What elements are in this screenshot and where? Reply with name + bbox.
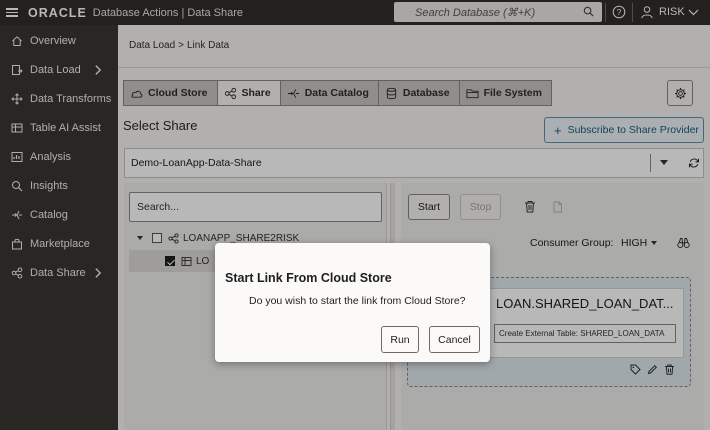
dialog-title: Start Link From Cloud Store [225, 271, 392, 285]
dialog-message: Do you wish to start the link from Cloud… [249, 295, 466, 307]
modal-overlay[interactable] [0, 0, 710, 430]
cancel-button[interactable]: Cancel [429, 326, 480, 353]
run-button[interactable]: Run [381, 326, 419, 353]
start-link-dialog: Start Link From Cloud Store Do you wish … [215, 243, 490, 362]
